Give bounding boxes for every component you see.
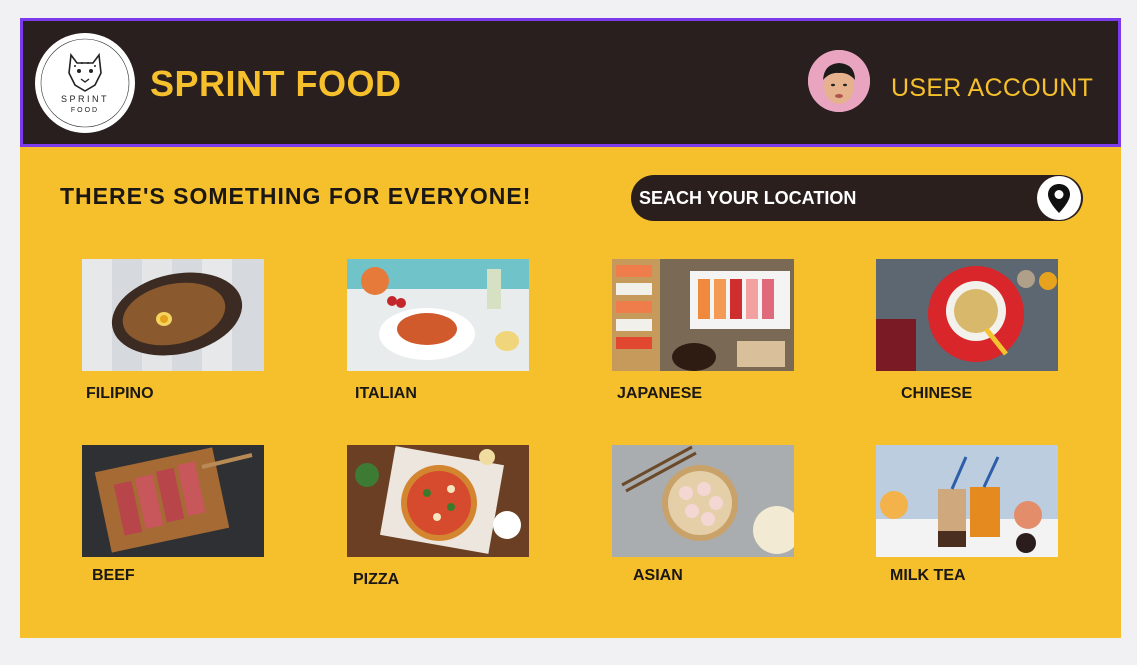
leopard-logo-icon: SPRINT FOOD: [36, 34, 134, 132]
top-header: SPRINT FOOD SPRINT FOOD USER ACCOUNT: [20, 18, 1121, 147]
japanese-food-image: [612, 259, 794, 371]
category-label: ASIAN: [633, 567, 683, 584]
logo-text-top: SPRINT: [61, 94, 109, 104]
italian-food-image: [347, 259, 529, 371]
category-card-pizza[interactable]: PIZZA: [347, 445, 529, 588]
category-label: CHINESE: [901, 385, 973, 402]
app-window: SPRINT FOOD SPRINT FOOD USER ACCOUNT THE…: [20, 18, 1121, 638]
user-photo-icon: [808, 50, 870, 112]
pizza-food-image: [347, 445, 529, 557]
category-card-filipino[interactable]: FILIPINO: [82, 259, 264, 402]
logo-text-bottom: FOOD: [71, 107, 99, 114]
location-search-input[interactable]: SEACH YOUR LOCATION: [631, 175, 1083, 221]
category-label: FILIPINO: [86, 385, 154, 402]
category-card-japanese[interactable]: JAPANESE: [612, 259, 794, 402]
milk-tea-image: [876, 445, 1058, 557]
category-card-asian[interactable]: ASIAN: [612, 445, 794, 584]
logo[interactable]: SPRINT FOOD: [35, 33, 135, 133]
category-label: PIZZA: [353, 571, 400, 588]
beef-food-image: [82, 445, 264, 557]
tagline-heading: THERE'S SOMETHING FOR EVERYONE!: [60, 183, 532, 209]
category-card-chinese[interactable]: CHINESE: [876, 259, 1058, 402]
location-pin-icon[interactable]: [1037, 176, 1081, 220]
category-label: JAPANESE: [617, 385, 703, 402]
brand-title: SPRINT FOOD: [150, 63, 402, 104]
chinese-food-image: [876, 259, 1058, 371]
category-card-beef[interactable]: BEEF: [82, 445, 264, 584]
avatar[interactable]: [808, 50, 870, 112]
category-label: BEEF: [92, 567, 135, 584]
asian-food-image: [612, 445, 794, 557]
search-placeholder: SEACH YOUR LOCATION: [639, 188, 857, 208]
user-account-link[interactable]: USER ACCOUNT: [891, 74, 1093, 103]
category-label: MILK TEA: [890, 567, 966, 584]
category-card-italian[interactable]: ITALIAN: [347, 259, 529, 402]
category-label: ITALIAN: [355, 385, 417, 402]
filipino-food-image: [82, 259, 264, 371]
category-card-milk-tea[interactable]: MILK TEA: [876, 445, 1058, 584]
